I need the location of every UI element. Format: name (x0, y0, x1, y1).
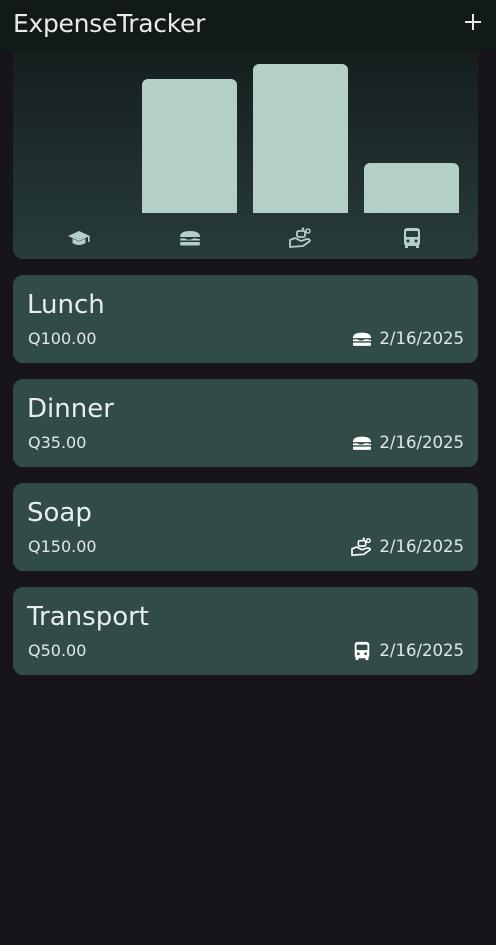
bus-icon (404, 228, 420, 248)
expense-item[interactable]: Transport Q50.00 2/16/2025 (13, 587, 478, 675)
chart-bar-food (142, 79, 237, 213)
expense-date: 2/16/2025 (379, 537, 464, 556)
expense-title: Lunch (27, 290, 105, 320)
expense-title: Dinner (27, 394, 114, 424)
plus-icon[interactable] (462, 11, 484, 33)
chart-bar-hygiene (253, 64, 348, 213)
app-bar: ExpenseTracker (0, 0, 496, 52)
expense-amount: Q35.00 (28, 433, 87, 452)
expense-chart (13, 52, 478, 259)
expense-date: 2/16/2025 (379, 329, 464, 348)
expense-item[interactable]: Dinner Q35.00 2/16/2025 (13, 379, 478, 467)
hand-soap-icon (351, 537, 372, 556)
hand-soap-icon (289, 227, 311, 248)
burger-icon (353, 332, 372, 346)
expense-meta: 2/16/2025 (351, 639, 464, 663)
chart-bars (13, 64, 478, 213)
expense-title: Soap (27, 498, 92, 528)
expense-date: 2/16/2025 (379, 641, 464, 660)
expense-title: Transport (27, 602, 150, 632)
bus-icon (355, 641, 370, 661)
expense-meta: 2/16/2025 (351, 327, 464, 351)
app-title: ExpenseTracker (13, 9, 206, 38)
burger-icon (180, 231, 200, 246)
expense-amount: Q150.00 (28, 537, 97, 556)
expense-amount: Q100.00 (28, 329, 97, 348)
chart-bar-transport (364, 163, 459, 213)
expense-date: 2/16/2025 (379, 433, 464, 452)
graduation-cap-icon (68, 231, 90, 245)
expense-meta: 2/16/2025 (351, 535, 464, 559)
expense-item[interactable]: Soap Q150.00 2/16/2025 (13, 483, 478, 571)
expense-item[interactable]: Lunch Q100.00 2/16/2025 (13, 275, 478, 363)
expense-meta: 2/16/2025 (351, 431, 464, 455)
expense-amount: Q50.00 (28, 641, 87, 660)
burger-icon (353, 436, 372, 450)
